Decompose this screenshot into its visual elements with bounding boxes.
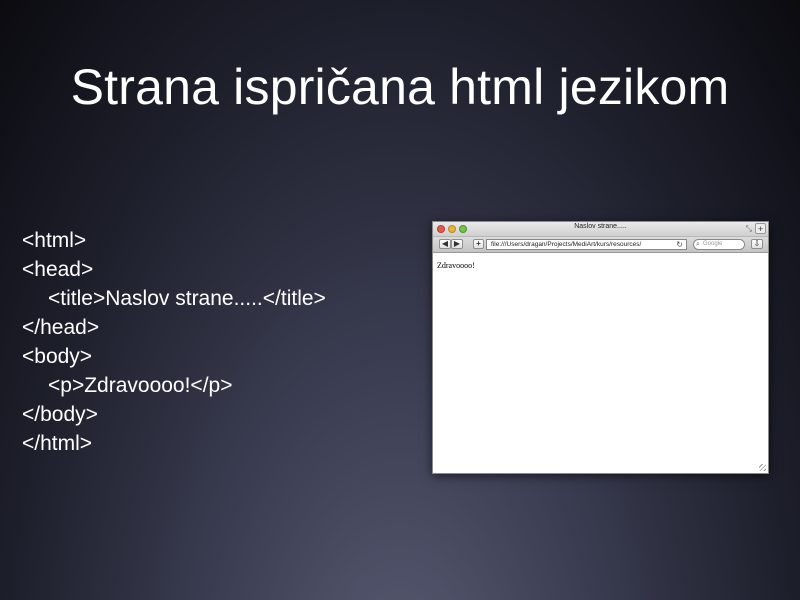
browser-toolbar: ◀ ▶ + file:///Users/dragan/Projects/Medi… [433,237,768,253]
resize-grip-icon[interactable] [759,464,766,471]
code-line: <html> [22,229,87,252]
new-tab-button[interactable]: + [755,223,766,234]
add-bookmark-button[interactable]: + [473,239,484,249]
window-title: Naslov strane..... [574,223,627,230]
code-line: </html> [22,432,93,455]
search-icon: ⌕ [696,241,700,248]
code-line: <title>Naslov strane.....</title> [48,287,326,310]
back-button[interactable]: ◀ [439,239,451,249]
paragraph-text: Zdravoooo! [437,261,475,270]
code-line: <body> [22,345,93,368]
forward-button[interactable]: ▶ [451,239,463,249]
html-code-block: <html> <head> <title>Naslov strane.....<… [22,226,326,458]
slide-title: Strana ispričana html jezikom [70,59,730,115]
fullscreen-icon[interactable]: ⤡ [746,224,752,234]
address-bar[interactable]: file:///Users/dragan/Projects/MediArt/ku… [486,239,687,250]
reload-icon[interactable]: ↻ [676,240,683,249]
search-placeholder: Google [703,241,723,247]
address-text: file:///Users/dragan/Projects/MediArt/ku… [491,241,642,248]
code-line: </head> [22,316,100,339]
code-line: </body> [22,403,98,426]
code-line: <head> [22,258,94,281]
downloads-button[interactable]: ⇩ [751,239,763,249]
code-line: <p>Zdravoooo!</p> [48,374,233,397]
browser-titlebar: Naslov strane..... ⤡ + [433,222,768,237]
page-content: Zdravoooo! [433,253,768,278]
browser-window: Naslov strane..... ⤡ + ◀ ▶ + file:///Use… [432,221,769,474]
search-input[interactable]: ⌕ Google [693,239,745,250]
